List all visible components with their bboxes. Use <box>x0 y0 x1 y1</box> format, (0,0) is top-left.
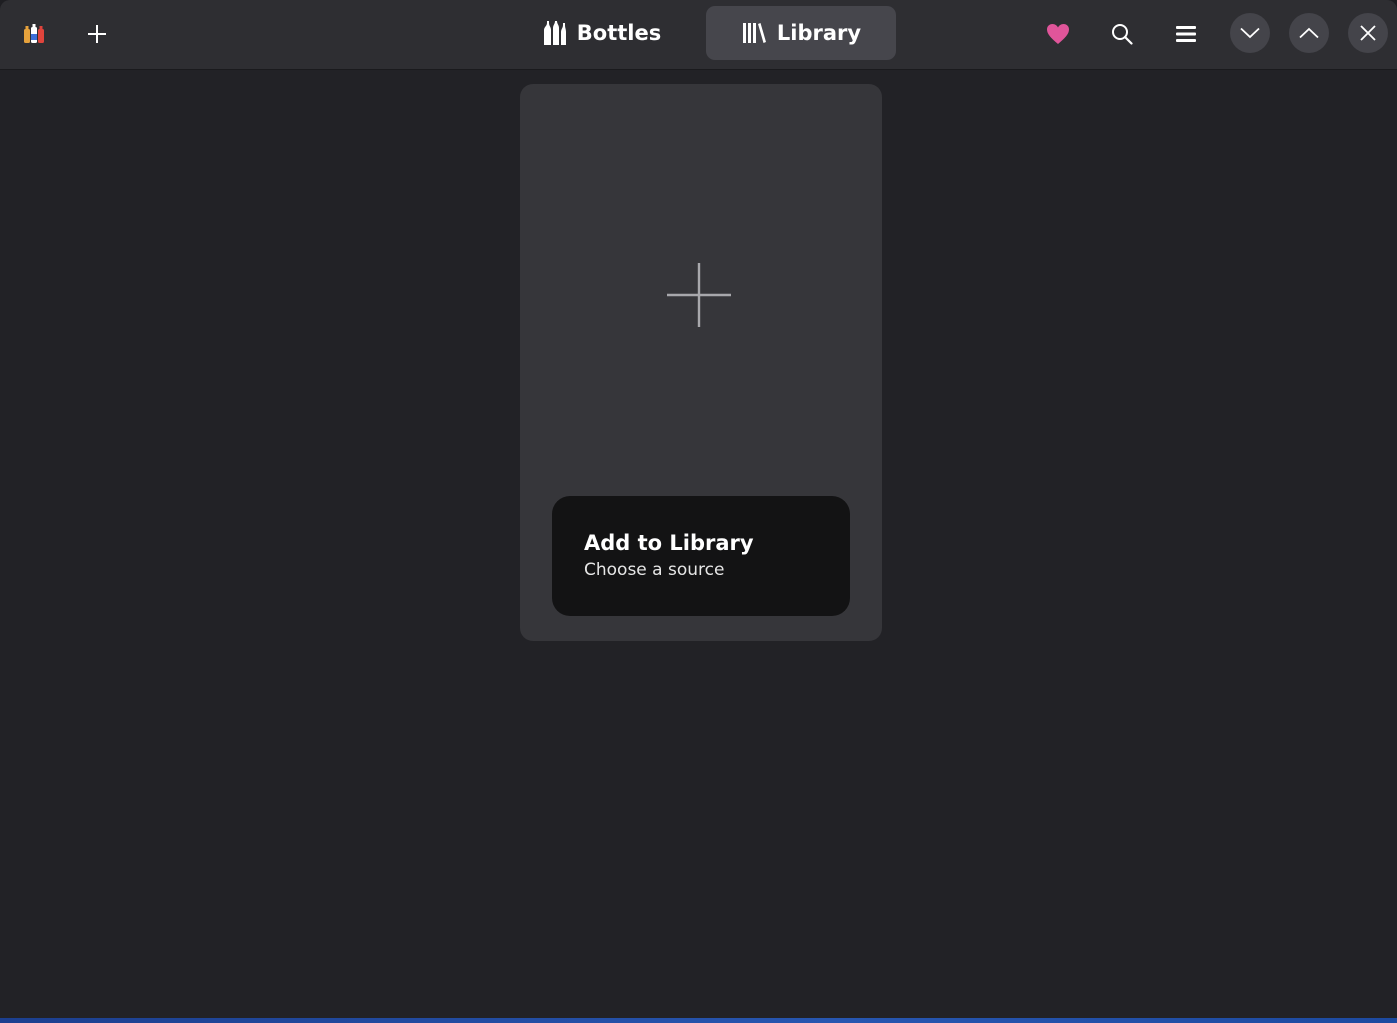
desktop-background <box>0 1018 1397 1023</box>
card-label: Add to Library Choose a source <box>552 496 850 616</box>
tab-bottles[interactable]: Bottles <box>506 6 696 60</box>
chevron-up-icon <box>1299 27 1319 39</box>
plus-icon <box>88 25 106 43</box>
tab-library-label: Library <box>776 21 862 45</box>
minimize-button[interactable] <box>1230 13 1270 53</box>
card-title: Add to Library <box>584 531 754 555</box>
donate-button[interactable] <box>1037 13 1079 55</box>
close-button[interactable] <box>1348 13 1388 53</box>
headerbar: Bottles Library <box>0 0 1397 70</box>
maximize-button[interactable] <box>1289 13 1329 53</box>
search-button[interactable] <box>1101 13 1143 55</box>
bottles-app-icon[interactable] <box>16 15 52 51</box>
heart-icon <box>1047 24 1069 44</box>
bottles-icon <box>543 21 566 45</box>
new-bottle-button[interactable] <box>78 15 116 53</box>
library-icon <box>742 23 766 43</box>
tab-library[interactable]: Library <box>706 6 896 60</box>
add-to-library-card[interactable]: Add to Library Choose a source <box>520 84 882 641</box>
view-switcher: Bottles Library <box>506 6 896 60</box>
hamburger-menu-icon <box>1176 26 1196 42</box>
app-window: Bottles Library Add to Library Choose a … <box>0 0 1397 1018</box>
plus-icon <box>667 263 731 327</box>
main-menu-button[interactable] <box>1165 13 1207 55</box>
search-icon <box>1112 24 1133 45</box>
close-icon <box>1360 25 1376 41</box>
chevron-down-icon <box>1240 27 1260 39</box>
tab-bottles-label: Bottles <box>576 21 662 45</box>
card-subtitle: Choose a source <box>584 560 725 580</box>
